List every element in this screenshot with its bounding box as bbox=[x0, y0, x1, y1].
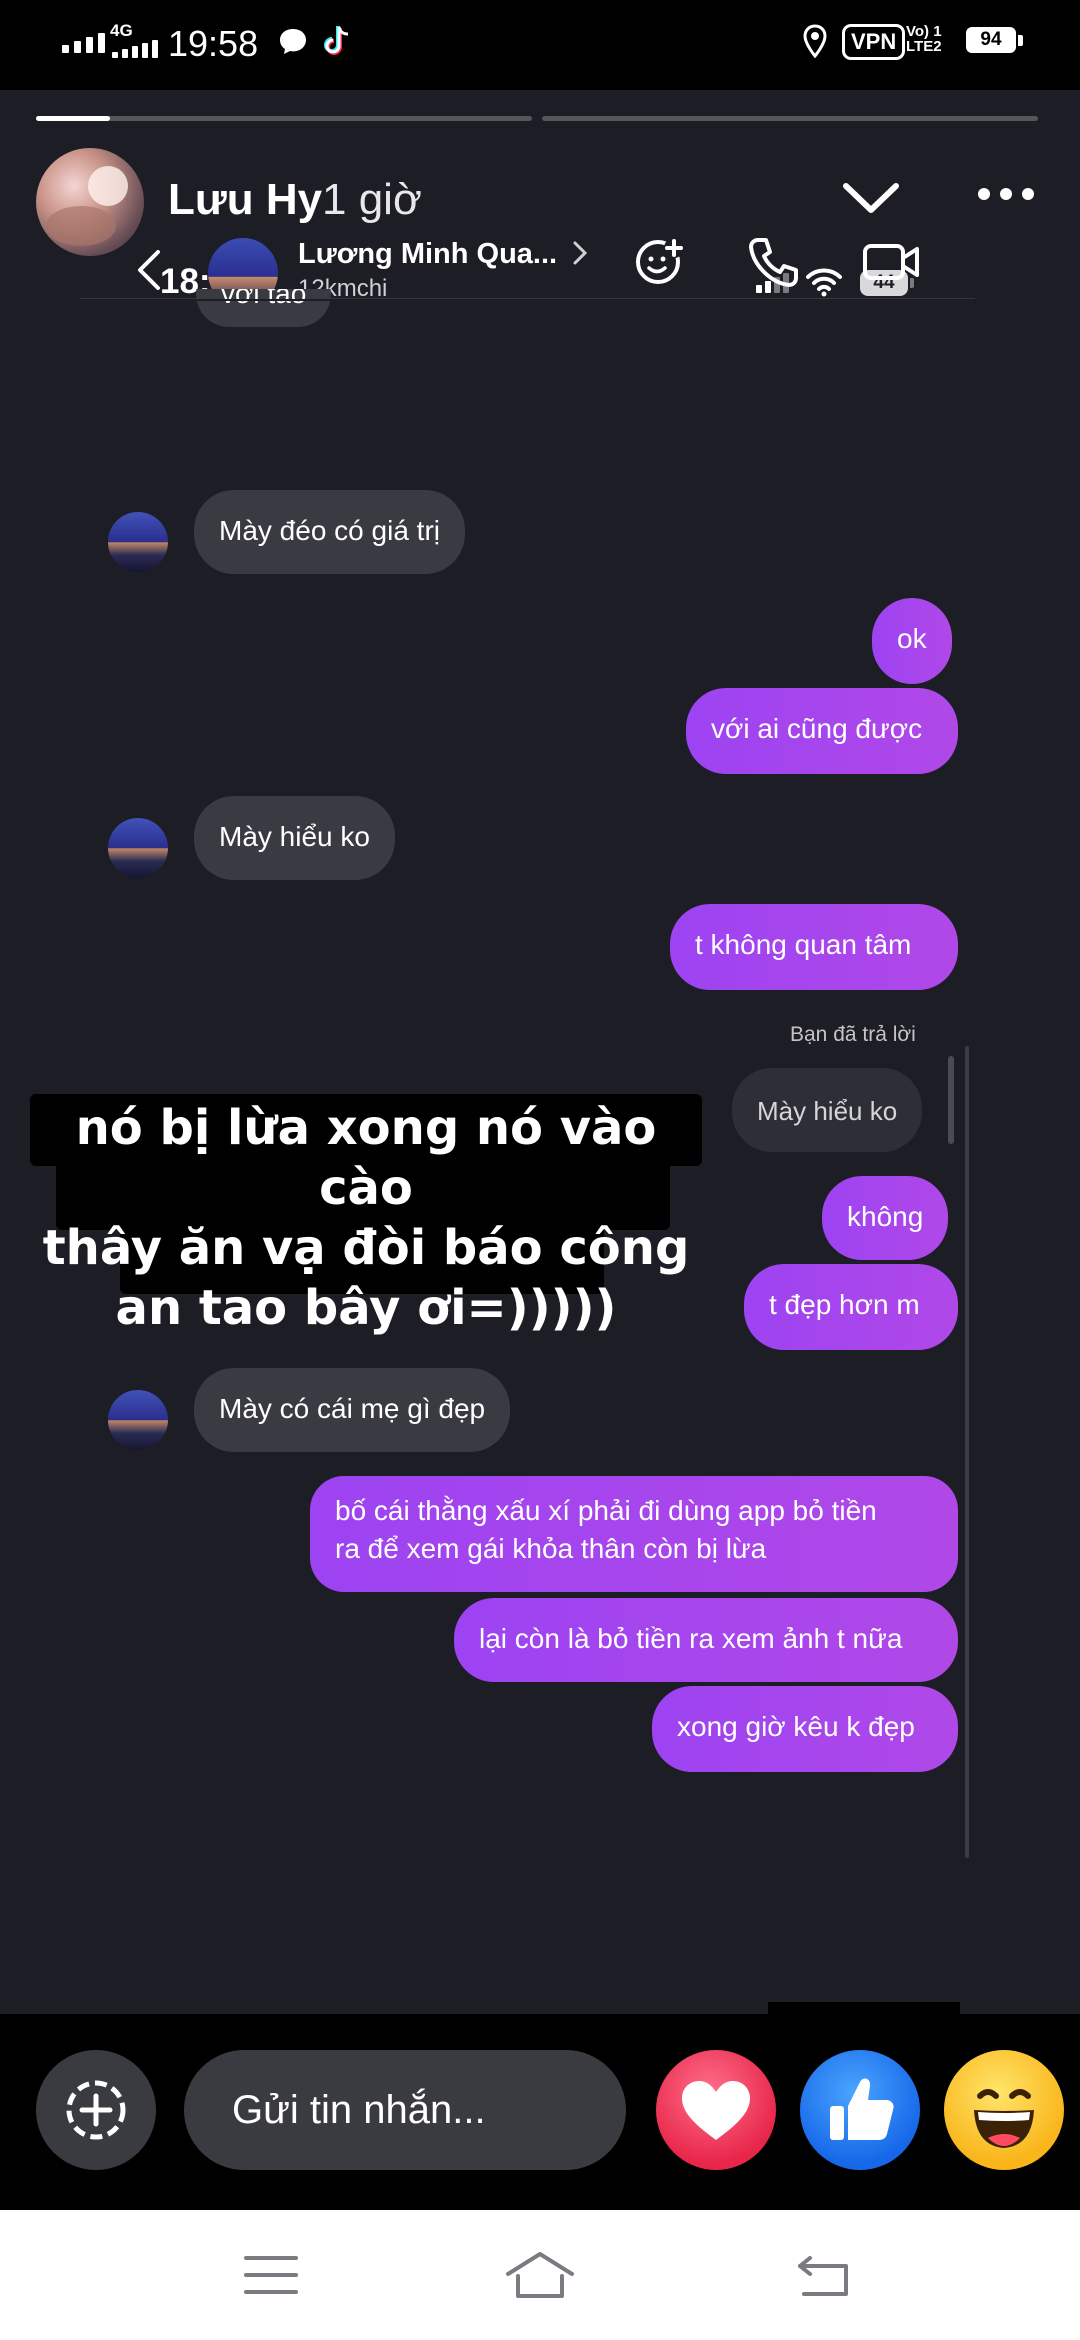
message-outgoing[interactable]: t không quan tâm bbox=[670, 904, 958, 990]
message-input[interactable]: Gửi tin nhắn... bbox=[184, 2050, 626, 2170]
like-reaction-icon[interactable] bbox=[800, 2050, 920, 2170]
chat-header bbox=[80, 326, 975, 389]
battery-icon: 94 bbox=[966, 27, 1016, 53]
story-author-avatar[interactable] bbox=[36, 148, 144, 256]
message-outgoing[interactable]: t đẹp hơn m bbox=[744, 1264, 958, 1350]
story-progress-1 bbox=[36, 116, 532, 121]
location-icon bbox=[803, 24, 827, 58]
story-caption: nó bị lừa xong nó vào cào thây ăn vạ đòi… bbox=[42, 1100, 690, 1336]
status-time: 19:58 bbox=[168, 23, 259, 64]
system-nav-bar bbox=[0, 2210, 1080, 2340]
chevron-right-icon[interactable] bbox=[572, 240, 588, 266]
back-nav-icon[interactable] bbox=[796, 2250, 852, 2300]
add-people-icon[interactable] bbox=[630, 232, 690, 292]
reply-thread-line bbox=[965, 1046, 969, 1858]
menu-icon[interactable] bbox=[244, 2250, 298, 2300]
video-icon[interactable] bbox=[860, 232, 924, 292]
phone-icon[interactable] bbox=[744, 232, 804, 292]
story-viewer[interactable]: Lưu Hy 1 giờ 18:05 44 Lương Minh Qua... … bbox=[0, 90, 1080, 2014]
more-icon[interactable] bbox=[976, 186, 1036, 202]
heart-reaction-icon[interactable] bbox=[656, 2050, 776, 2170]
replied-label: Bạn đã trả lời bbox=[790, 1023, 916, 1046]
message-outgoing[interactable]: không bbox=[822, 1176, 949, 1260]
story-progress-2 bbox=[542, 116, 1038, 121]
message-outgoing[interactable]: ok bbox=[872, 598, 952, 684]
messenger-icon bbox=[280, 29, 306, 54]
replied-quote[interactable]: Mày hiểu ko bbox=[732, 1068, 923, 1152]
tiktok-icon bbox=[324, 26, 349, 55]
network-type: 4G bbox=[110, 21, 133, 40]
contact-name[interactable]: Lương Minh Qua... bbox=[298, 236, 557, 272]
status-bar: 4G 19:58 VPN Vo) 1 LTE2 94 bbox=[0, 0, 1080, 90]
message-incoming[interactable]: Mày có cái mẹ gì đẹp bbox=[194, 1368, 511, 1452]
message-outgoing-multiline[interactable]: bố cái thằng xấu xí phải đi dùng app bỏ … bbox=[310, 1476, 958, 1592]
contact-avatar bbox=[108, 512, 168, 572]
story-timestamp: 1 giờ bbox=[322, 175, 422, 224]
signal-2-icon bbox=[112, 40, 158, 58]
story-author-name[interactable]: Lưu Hy bbox=[168, 174, 322, 226]
message-outgoing[interactable]: với ai cũng được bbox=[686, 688, 958, 774]
contact-avatar bbox=[108, 1390, 168, 1450]
vpn-icon: VPN bbox=[842, 24, 906, 60]
home-icon[interactable] bbox=[504, 2250, 576, 2300]
add-icon[interactable] bbox=[36, 2050, 156, 2170]
wifi-icon bbox=[806, 268, 842, 297]
message-outgoing[interactable]: lại còn là bỏ tiền ra xem ảnh t nữa bbox=[454, 1598, 958, 1682]
back-icon[interactable] bbox=[134, 246, 164, 294]
contact-avatar bbox=[108, 818, 168, 878]
reply-indicator bbox=[948, 1056, 954, 1144]
chevron-down-icon[interactable] bbox=[840, 178, 902, 218]
message-incoming[interactable]: Mày hiểu ko bbox=[194, 796, 395, 880]
story-reply-bar: Gửi tin nhắn... bbox=[0, 2014, 1080, 2210]
message-outgoing[interactable]: xong giờ kêu k đẹp bbox=[652, 1686, 958, 1772]
message-incoming[interactable]: Mày đéo có giá trị bbox=[194, 490, 465, 574]
signal-icon bbox=[62, 33, 105, 53]
laugh-reaction-icon[interactable] bbox=[944, 2050, 1064, 2170]
volte-icon: Vo) 1 LTE2 bbox=[906, 23, 942, 55]
